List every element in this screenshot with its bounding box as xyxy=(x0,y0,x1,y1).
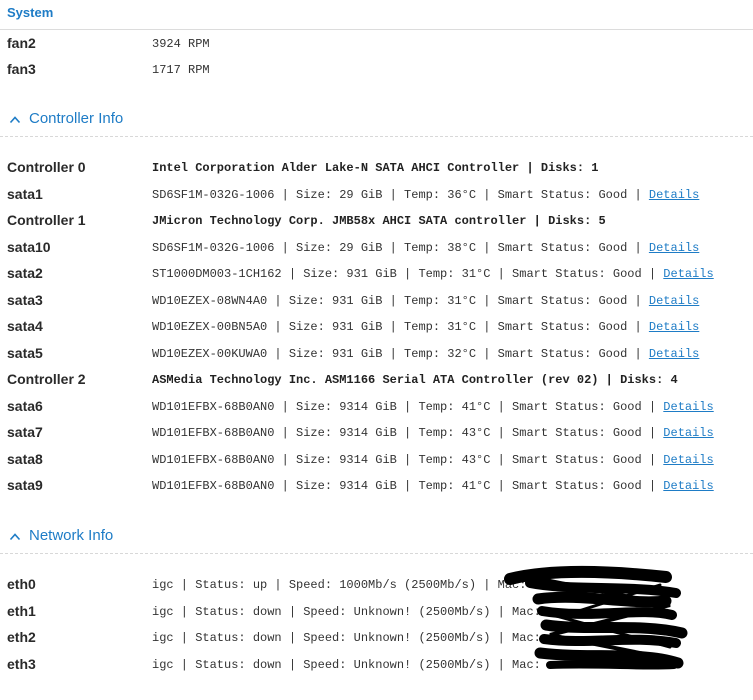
controller-value: Intel Corporation Alder Lake-N SATA AHCI… xyxy=(152,158,598,178)
controller-info-header[interactable]: Controller Info xyxy=(0,106,753,137)
disk-row: sata8 WD101EFBX-68B0AN0 | Size: 9314 GiB … xyxy=(0,449,753,475)
details-link[interactable]: Details xyxy=(649,241,699,255)
disk-row: sata9 WD101EFBX-68B0AN0 | Size: 9314 GiB … xyxy=(0,475,753,501)
controller-value: ASMedia Technology Inc. ASM1166 Serial A… xyxy=(152,370,678,390)
details-link[interactable]: Details xyxy=(663,400,713,414)
disk-value: SD6SF1M-032G-1006 | Size: 29 GiB | Temp:… xyxy=(152,185,699,205)
disk-label: sata2 xyxy=(7,265,43,281)
interface-value: igc | Status: down | Speed: Unknown! (25… xyxy=(152,631,541,645)
disk-row: sata7 WD101EFBX-68B0AN0 | Size: 9314 GiB … xyxy=(0,422,753,448)
disk-value: WD101EFBX-68B0AN0 | Size: 9314 GiB | Tem… xyxy=(152,450,714,470)
tab-bar: System xyxy=(0,0,753,30)
disk-label: sata10 xyxy=(7,238,51,255)
disk-value: WD10EZEX-00BN5A0 | Size: 931 GiB | Temp:… xyxy=(152,317,699,337)
disk-label: sata8 xyxy=(7,450,43,467)
controller-value: JMicron Technology Corp. JMB58x AHCI SAT… xyxy=(152,211,606,231)
disk-label: sata4 xyxy=(7,318,43,334)
value-text: WD101EFBX-68B0AN0 | Size: 9314 GiB | Tem… xyxy=(152,479,664,493)
disk-value: WD101EFBX-68B0AN0 | Size: 9314 GiB | Tem… xyxy=(152,476,714,496)
interface-value: igc | Status: up | Speed: 1000Mb/s (2500… xyxy=(152,578,527,592)
disk-row: sata4 WD10EZEX-00BN5A0 | Size: 931 GiB | … xyxy=(0,316,753,342)
network-info-title: Network Info xyxy=(29,527,114,544)
disk-value: ST1000DM003-1CH162 | Size: 931 GiB | Tem… xyxy=(152,264,714,284)
disk-row: sata5 WD10EZEX-00KUWA0 | Size: 931 GiB | … xyxy=(0,343,753,369)
disk-label: sata7 xyxy=(7,424,43,440)
details-link[interactable]: Details xyxy=(649,294,699,308)
fan-value: 1717 RPM xyxy=(152,63,210,77)
value-text: JMicron Technology Corp. JMB58x AHCI SAT… xyxy=(152,214,606,228)
details-link[interactable]: Details xyxy=(649,188,699,202)
details-link[interactable]: Details xyxy=(663,426,713,440)
disk-label: sata1 xyxy=(7,185,43,202)
disk-label: sata5 xyxy=(7,344,43,361)
tab-system[interactable]: System xyxy=(7,5,53,20)
disk-row: sata2 ST1000DM003-1CH162 | Size: 931 GiB … xyxy=(0,263,753,289)
controller-label: Controller 1 xyxy=(7,212,86,228)
details-link[interactable]: Details xyxy=(663,267,713,281)
value-text: ASMedia Technology Inc. ASM1166 Serial A… xyxy=(152,373,678,387)
disk-value: WD10EZEX-08WN4A0 | Size: 931 GiB | Temp:… xyxy=(152,291,699,311)
fan-row: fan3 1717 RPM xyxy=(0,59,753,85)
network-info-header[interactable]: Network Info xyxy=(0,523,753,554)
details-link[interactable]: Details xyxy=(663,453,713,467)
controller-label: Controller 0 xyxy=(7,159,86,175)
interface-label: eth2 xyxy=(7,629,36,645)
disk-value: WD101EFBX-68B0AN0 | Size: 9314 GiB | Tem… xyxy=(152,423,714,443)
interface-label: eth0 xyxy=(7,576,36,592)
value-text: SD6SF1M-032G-1006 | Size: 29 GiB | Temp:… xyxy=(152,187,649,202)
value-text: WD10EZEX-08WN4A0 | Size: 931 GiB | Temp:… xyxy=(152,293,649,308)
controller-label: Controller 2 xyxy=(7,371,86,387)
interface-label: eth3 xyxy=(7,655,36,672)
value-text: WD10EZEX-00KUWA0 | Size: 931 GiB | Temp:… xyxy=(152,346,649,361)
controller-row: Controller 1 JMicron Technology Corp. JMB… xyxy=(0,210,753,236)
fan-label: fan2 xyxy=(7,35,36,51)
disk-row: sata3 WD10EZEX-08WN4A0 | Size: 931 GiB | … xyxy=(0,290,753,316)
disk-row: sata6 WD101EFBX-68B0AN0 | Size: 9314 GiB … xyxy=(0,396,753,422)
disk-value: WD101EFBX-68B0AN0 | Size: 9314 GiB | Tem… xyxy=(152,397,714,417)
value-text: WD10EZEX-00BN5A0 | Size: 931 GiB | Temp:… xyxy=(152,320,649,334)
fan-value: 3924 RPM xyxy=(152,37,210,51)
controller-row: Controller 2 ASMedia Technology Inc. ASM1… xyxy=(0,369,753,395)
fan-label: fan3 xyxy=(7,61,36,77)
disk-row: sata10 SD6SF1M-032G-1006 | Size: 29 GiB |… xyxy=(0,237,753,263)
details-link[interactable]: Details xyxy=(649,320,699,334)
disk-value: SD6SF1M-032G-1006 | Size: 29 GiB | Temp:… xyxy=(152,238,699,258)
value-text: ST1000DM003-1CH162 | Size: 931 GiB | Tem… xyxy=(152,267,664,281)
details-link[interactable]: Details xyxy=(663,479,713,493)
disk-label: sata3 xyxy=(7,291,43,308)
interface-value: igc | Status: down | Speed: Unknown! (25… xyxy=(152,604,541,619)
disk-row: sata1 SD6SF1M-032G-1006 | Size: 29 GiB | … xyxy=(0,184,753,210)
value-text: WD101EFBX-68B0AN0 | Size: 9314 GiB | Tem… xyxy=(152,399,664,414)
value-text: Intel Corporation Alder Lake-N SATA AHCI… xyxy=(152,161,599,175)
fan-row: fan2 3924 RPM xyxy=(0,33,753,59)
chevron-up-icon[interactable] xyxy=(9,114,21,126)
value-text: WD101EFBX-68B0AN0 | Size: 9314 GiB | Tem… xyxy=(152,426,664,440)
value-text: SD6SF1M-032G-1006 | Size: 29 GiB | Temp:… xyxy=(152,240,649,255)
interface-value: igc | Status: down | Speed: Unknown! (25… xyxy=(152,657,541,672)
redaction-scribble xyxy=(504,566,688,670)
value-text: WD101EFBX-68B0AN0 | Size: 9314 GiB | Tem… xyxy=(152,452,664,467)
details-link[interactable]: Details xyxy=(649,347,699,361)
chevron-up-icon[interactable] xyxy=(9,531,21,543)
disk-value: WD10EZEX-00KUWA0 | Size: 931 GiB | Temp:… xyxy=(152,344,699,364)
interface-label: eth1 xyxy=(7,602,36,619)
disk-label: sata6 xyxy=(7,397,43,414)
disk-label: sata9 xyxy=(7,477,43,493)
controller-info-title: Controller Info xyxy=(29,110,124,127)
controller-row: Controller 0 Intel Corporation Alder Lake… xyxy=(0,157,753,183)
